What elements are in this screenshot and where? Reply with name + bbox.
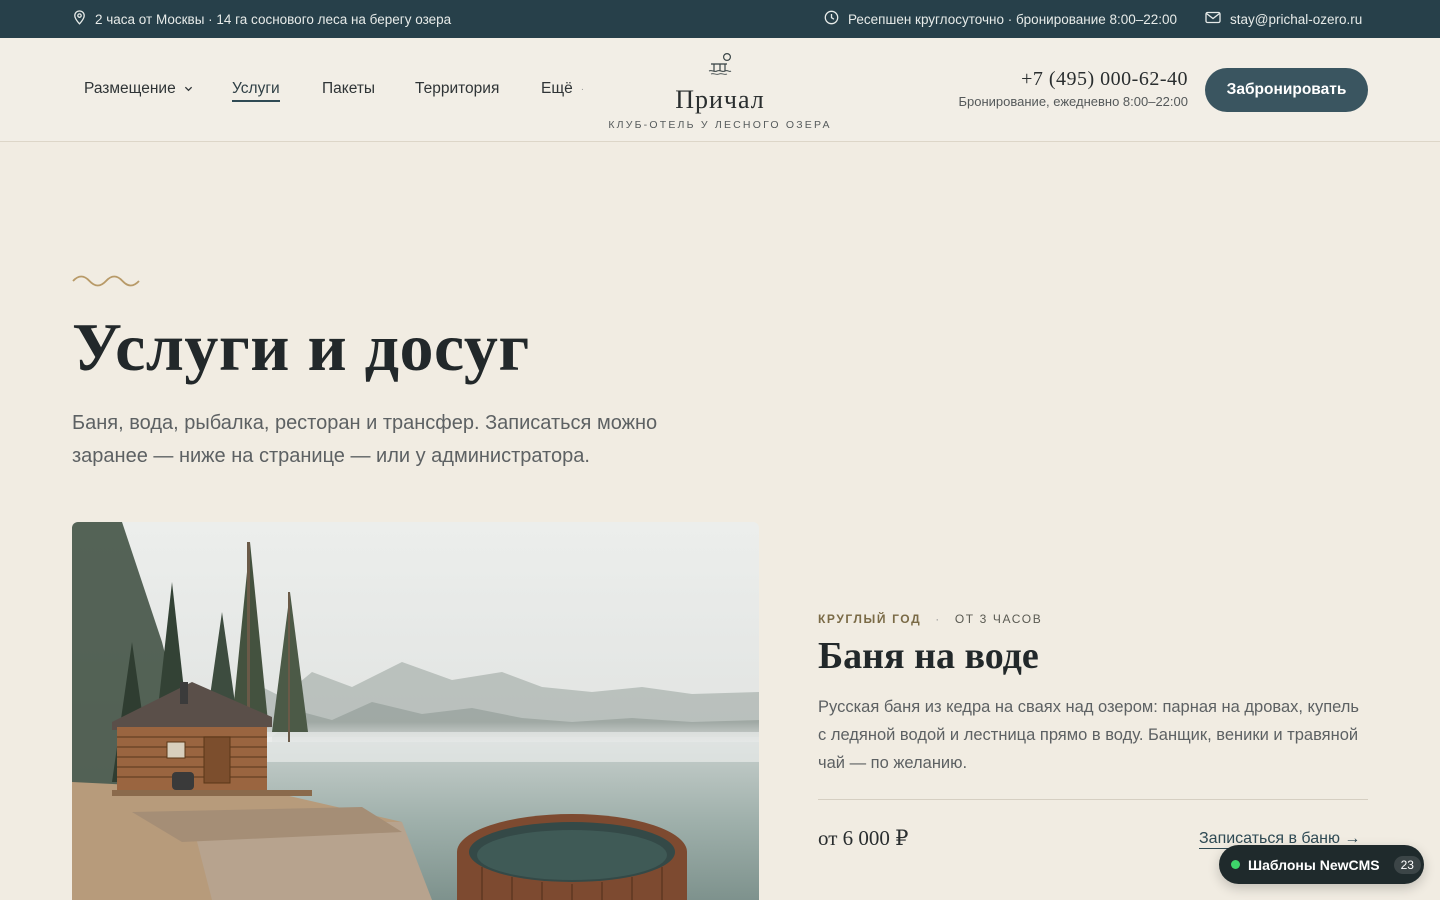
service-season: КРУГЛЫЙ ГОД: [818, 612, 922, 626]
divider: [818, 799, 1368, 800]
site-logo[interactable]: Причал КЛУБ-ОТЕЛЬ У ЛЕСНОГО ОЗЕРА: [600, 52, 840, 131]
page-lead: Баня, вода, рыбалка, ресторан и трансфер…: [72, 412, 658, 467]
nav-label: Пакеты: [322, 80, 376, 97]
status-dot-icon: [1231, 860, 1240, 869]
hours-text: Ресепшен круглосуточно · бронирование 8:…: [848, 11, 1178, 27]
phone-note: Бронирование, ежедневно 8:00–22:00: [958, 94, 1189, 109]
service-price: от 6 000 ₽: [818, 826, 909, 850]
page-title: Услуги и досуг: [72, 309, 530, 385]
mail-icon: [1205, 11, 1221, 27]
nav-item-packages[interactable]: Пакеты: [322, 80, 375, 98]
dot-icon: ·: [580, 83, 585, 95]
chevron-down-icon: [184, 80, 193, 98]
badge-count: 23: [1393, 855, 1421, 874]
service-title: Баня на воде: [818, 635, 1039, 677]
wave-ornament: [72, 273, 140, 294]
nav-item-accommodation[interactable]: Размещение: [84, 80, 193, 98]
contact-block: +7 (495) 000-62-40 Бронирование, ежеднев…: [959, 68, 1189, 109]
nav-item-more[interactable]: Ещё ·: [541, 80, 584, 98]
phone-link[interactable]: +7 (495) 000-62-40: [959, 68, 1189, 91]
badge-label: Шаблоны NewCMS: [1248, 856, 1380, 873]
service-meta: КРУГЛЫЙ ГОД · ОТ 3 ЧАСОВ: [818, 612, 1042, 626]
nav-label: Услуги: [232, 80, 280, 102]
nav-item-territory[interactable]: Территория: [415, 80, 499, 98]
nav-label: Территория: [415, 80, 500, 97]
service-description: Русская баня из кедра на сваях над озеро…: [818, 698, 1360, 772]
top-info-bar: 2 часа от Москвы · 14 га соснового леса …: [0, 0, 1440, 38]
nav-item-services[interactable]: Услуги: [232, 80, 280, 102]
service-duration: ОТ 3 ЧАСОВ: [954, 612, 1043, 626]
book-button[interactable]: Забронировать: [1205, 68, 1368, 112]
location-text: 2 часа от Москвы · 14 га соснового леса …: [95, 11, 452, 27]
email-text[interactable]: stay@prichal-ozero.ru: [1230, 12, 1362, 27]
pier-logo-icon: [600, 52, 840, 81]
nav-label: Размещение: [84, 80, 176, 97]
templates-badge[interactable]: Шаблоны NewCMS 23: [1219, 845, 1424, 884]
logo-subtitle: КЛУБ-ОТЕЛЬ У ЛЕСНОГО ОЗЕРА: [608, 119, 832, 131]
hours-info: Ресепшен круглосуточно · бронирование 8:…: [824, 0, 1177, 38]
sauna-photo: [72, 522, 759, 900]
email-link[interactable]: stay@prichal-ozero.ru: [1205, 0, 1362, 38]
separator-dot-icon: ·: [935, 612, 941, 626]
location-info: 2 часа от Москвы · 14 га соснового леса …: [73, 0, 451, 38]
clock-icon: [824, 10, 839, 28]
logo-name: Причал: [675, 85, 765, 114]
site-header: Размещение Услуги Пакеты Территория Ещё …: [0, 38, 1440, 142]
nav-label: Ещё: [541, 80, 573, 97]
map-pin-icon: [73, 10, 86, 28]
